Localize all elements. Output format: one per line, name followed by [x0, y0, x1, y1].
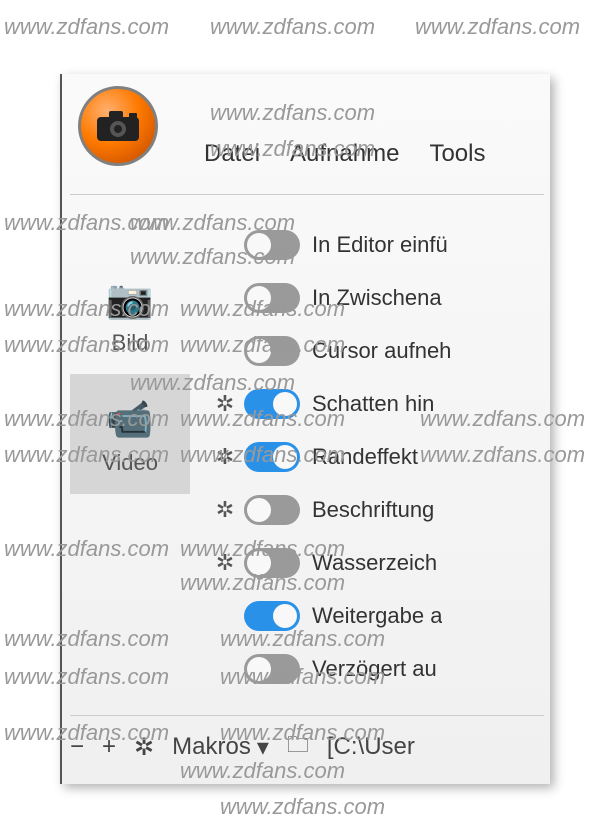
- option-row: ✲ Wasserzeich: [210, 536, 451, 589]
- video-icon: 📹: [74, 398, 186, 442]
- option-label: Weitergabe a: [312, 603, 442, 629]
- option-row: ✲ Randeffekt: [210, 430, 451, 483]
- option-row: ✲ Beschriftung: [210, 483, 451, 536]
- option-label: Cursor aufneh: [312, 338, 451, 364]
- watermark: www.zdfans.com: [210, 14, 375, 40]
- tab-bild[interactable]: 📷 Bild: [70, 254, 190, 374]
- menu-capture[interactable]: Aufnahme: [290, 140, 399, 168]
- app-logo-button[interactable]: [78, 86, 158, 166]
- toggle-knob: [273, 445, 297, 469]
- option-label: Beschriftung: [312, 497, 434, 523]
- toggle-knob: [273, 392, 297, 416]
- option-label: Verzögert au: [312, 656, 437, 682]
- toggle-knob: [273, 604, 297, 628]
- toggle-switch[interactable]: [244, 230, 300, 260]
- gear-icon[interactable]: ✲: [210, 444, 240, 470]
- toggle-switch[interactable]: [244, 495, 300, 525]
- watermark: www.zdfans.com: [4, 14, 169, 40]
- toggle-knob: [247, 339, 271, 363]
- chevron-down-icon: ▾: [257, 733, 269, 762]
- divider: [70, 194, 544, 195]
- menu-bar: Datei Aufnahme Tools: [204, 140, 485, 168]
- toggle-switch[interactable]: [244, 601, 300, 631]
- option-row: Verzögert au: [210, 642, 451, 695]
- bottom-toolbar: − + ✲ Makros ▾ 🗀 [C:\User: [70, 715, 544, 766]
- watermark: www.zdfans.com: [415, 14, 580, 40]
- makros-dropdown[interactable]: Makros ▾: [172, 733, 269, 762]
- path-text: [C:\User: [327, 733, 415, 761]
- options-list: In Editor einfü In Zwischena Cursor aufneh…: [210, 218, 451, 695]
- option-label: Schatten hin: [312, 391, 434, 417]
- makros-label: Makros: [172, 733, 251, 761]
- toggle-switch[interactable]: [244, 283, 300, 313]
- option-row: Cursor aufneh: [210, 324, 451, 377]
- toggle-knob: [247, 498, 271, 522]
- option-row: ✲ Schatten hin: [210, 377, 451, 430]
- plus-button[interactable]: +: [102, 733, 116, 761]
- settings-gear-icon[interactable]: ✲: [134, 733, 154, 762]
- sidebar: 📷 Bild 📹 Video: [70, 254, 190, 494]
- option-row: In Editor einfü: [210, 218, 451, 271]
- option-label: In Zwischena: [312, 285, 442, 311]
- toggle-knob: [247, 657, 271, 681]
- gear-icon[interactable]: ✲: [210, 550, 240, 576]
- toggle-switch[interactable]: [244, 548, 300, 578]
- tab-label: Bild: [74, 330, 186, 356]
- toggle-switch[interactable]: [244, 389, 300, 419]
- toggle-knob: [247, 233, 271, 257]
- toggle-knob: [247, 551, 271, 575]
- folder-icon[interactable]: 🗀: [287, 728, 309, 766]
- toggle-switch[interactable]: [244, 654, 300, 684]
- toggle-knob: [247, 286, 271, 310]
- menu-file[interactable]: Datei: [204, 140, 260, 168]
- gear-icon[interactable]: ✲: [210, 497, 240, 523]
- tab-video[interactable]: 📹 Video: [70, 374, 190, 494]
- option-row: In Zwischena: [210, 271, 451, 324]
- toggle-switch[interactable]: [244, 442, 300, 472]
- menu-tools[interactable]: Tools: [429, 140, 485, 168]
- gear-icon[interactable]: ✲: [210, 391, 240, 417]
- watermark: www.zdfans.com: [220, 794, 385, 820]
- camera-icon: 📷: [74, 278, 186, 322]
- minus-button[interactable]: −: [70, 733, 84, 761]
- toggle-switch[interactable]: [244, 336, 300, 366]
- option-row: Weitergabe a: [210, 589, 451, 642]
- option-label: Randeffekt: [312, 444, 418, 470]
- option-label: In Editor einfü: [312, 232, 448, 258]
- app-window: Datei Aufnahme Tools 📷 Bild 📹 Video In E…: [60, 74, 550, 784]
- option-label: Wasserzeich: [312, 550, 437, 576]
- tab-label: Video: [74, 450, 186, 476]
- camera-icon: [95, 109, 141, 143]
